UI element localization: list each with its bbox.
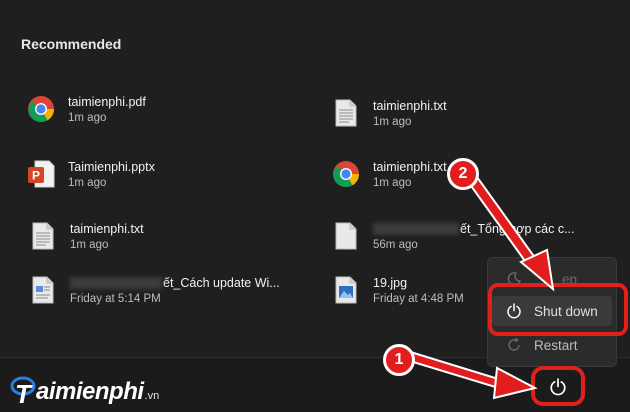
redacted-text — [373, 223, 459, 236]
chrome-icon — [331, 158, 361, 190]
image-file-icon — [331, 274, 361, 306]
file-name: 19.jpg — [373, 275, 408, 290]
file-time: 1m ago — [68, 176, 107, 189]
recommended-item[interactable]: 19.jpg Friday at 4:48 PM — [331, 268, 464, 312]
file-name: ết_Cách update Wi... — [70, 276, 280, 290]
file-name: ết_Tổng hợp các c... — [373, 222, 575, 236]
file-name: taimienphi.txt — [70, 221, 144, 236]
recommended-item[interactable]: P Taimienphi.pptx 1m ago — [26, 152, 155, 196]
section-title: Recommended — [21, 36, 122, 52]
shutdown-highlight — [488, 283, 628, 336]
recommended-item[interactable]: taimienphi.txt 1m ago — [331, 91, 447, 135]
svg-text:P: P — [32, 169, 40, 183]
file-time: 56m ago — [373, 238, 418, 251]
recommended-item[interactable]: taimienphi.pdf 1m ago — [26, 87, 146, 131]
redacted-text — [70, 277, 162, 290]
file-time: 1m ago — [373, 115, 412, 128]
recommended-item[interactable]: taimienphi.txt 1m ago — [331, 152, 447, 196]
text-file-icon — [331, 97, 361, 129]
recommended-item[interactable]: taimienphi.txt 1m ago — [28, 214, 144, 258]
restart-icon — [508, 337, 520, 351]
logo-mark-icon: T — [10, 376, 36, 406]
logo-text: aimienphi — [36, 378, 144, 405]
recommended-item[interactable]: ết_Cách update Wi... Friday at 5:14 PM — [28, 268, 280, 312]
blank-file-icon — [331, 220, 361, 252]
file-time: 1m ago — [373, 176, 412, 189]
step-badge-1: 1 — [383, 344, 415, 376]
document-icon — [28, 274, 58, 306]
file-time: Friday at 5:14 PM — [70, 292, 161, 305]
restart-label: Restart — [534, 337, 578, 353]
chrome-icon — [26, 93, 56, 125]
recommended-item[interactable]: ết_Tổng hợp các c... 56m ago — [331, 214, 575, 258]
file-name: taimienphi.txt — [373, 98, 447, 113]
file-time: Friday at 4:48 PM — [373, 292, 464, 305]
file-time: 1m ago — [68, 111, 107, 124]
step-badge-2: 2 — [447, 158, 479, 190]
power-button-highlight — [531, 366, 585, 406]
logo-suffix: .vn — [144, 390, 160, 402]
file-time: 1m ago — [70, 238, 109, 251]
file-name: Taimienphi.pptx — [68, 159, 155, 174]
taimienphi-logo: T aimienphi .vn — [10, 362, 159, 406]
file-name: taimienphi.txt — [373, 159, 447, 174]
svg-text:T: T — [15, 379, 33, 406]
powerpoint-icon: P — [26, 158, 56, 190]
file-name: taimienphi.pdf — [68, 94, 146, 109]
text-file-icon — [28, 220, 58, 252]
